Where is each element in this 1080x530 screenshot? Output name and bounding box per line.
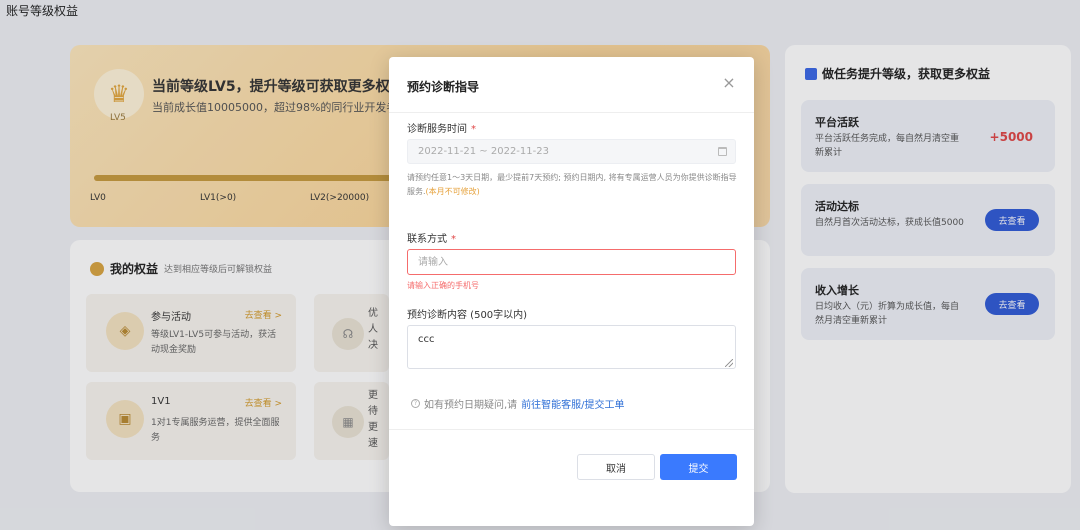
cancel-button[interactable]: 取消 — [577, 454, 655, 480]
close-icon[interactable]: × — [722, 73, 736, 93]
resize-handle-icon[interactable] — [725, 359, 733, 367]
calendar-icon — [718, 147, 727, 156]
diagnosis-content-textarea[interactable] — [407, 325, 736, 369]
service-date-range-picker[interactable]: 2022-11-21 ~ 2022-11-23 — [407, 139, 736, 164]
service-date-label: 诊断服务时间 * — [407, 124, 476, 135]
date-hint-warning: (本月不可修改) — [425, 187, 480, 196]
diagnosis-booking-dialog: 预约诊断指导 × 诊断服务时间 * 2022-11-21 ~ 2022-11-23… — [389, 57, 754, 526]
contact-label: 联系方式 * — [407, 234, 456, 245]
date-range-value: 2022-11-21 ~ 2022-11-23 — [418, 146, 549, 157]
date-hint: 请预约任意1～3天日期，最少提前7天预约; 预约日期内, 将有专属运营人员为你提… — [407, 173, 737, 196]
dialog-footer-divider — [389, 429, 754, 430]
submit-button[interactable]: 提交 — [660, 454, 737, 480]
customer-service-link[interactable]: 前往智能客服/提交工单 — [521, 396, 624, 411]
contact-phone-input[interactable] — [407, 249, 736, 275]
contact-error-message: 请输入正确的手机号 — [407, 281, 479, 290]
dialog-header: 预约诊断指导 × — [389, 57, 754, 113]
dialog-title: 预约诊断指导 — [407, 80, 480, 94]
question-icon: ? — [411, 399, 420, 408]
required-mark: * — [471, 124, 476, 135]
content-label: 预约诊断内容 (500字以内) — [407, 310, 528, 321]
required-mark: * — [451, 234, 456, 245]
help-line: ? 如有预约日期疑问,请 前往智能客服/提交工单 — [411, 396, 625, 411]
